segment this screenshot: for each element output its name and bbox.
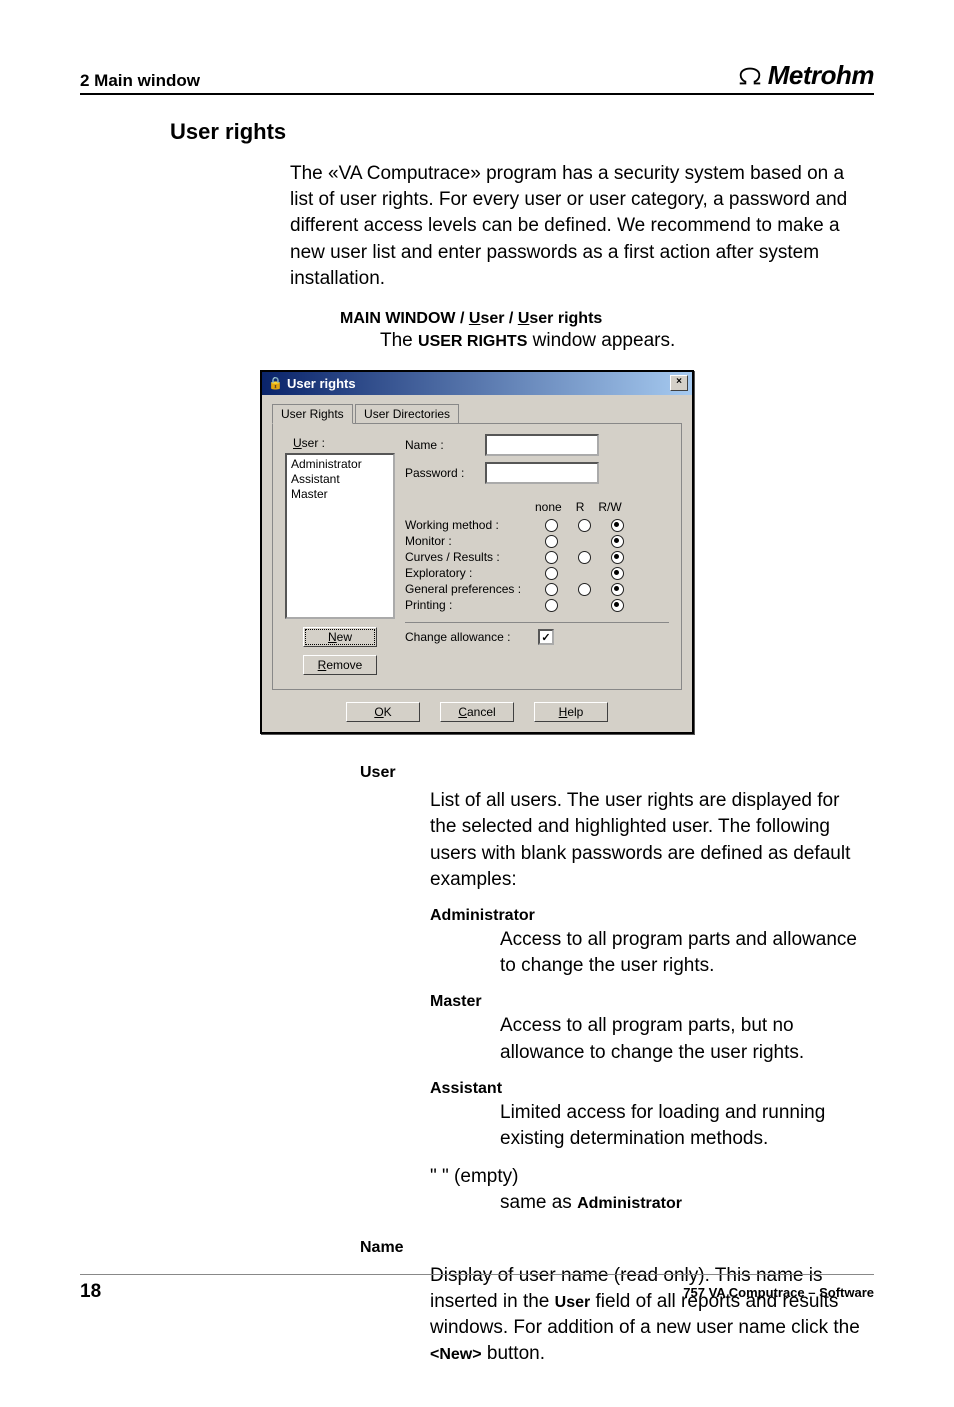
- lock-icon: 🔒: [268, 376, 283, 390]
- term-empty: " " (empty): [430, 1166, 874, 1188]
- tab-user-directories[interactable]: User Directories: [355, 404, 459, 423]
- term-empty-body: same as Administrator: [500, 1190, 864, 1216]
- perm-label: Monitor :: [405, 534, 535, 548]
- close-icon[interactable]: ×: [670, 375, 688, 391]
- perm-label: Printing :: [405, 598, 535, 612]
- list-item[interactable]: Master: [291, 487, 389, 502]
- user-list-label: User :: [293, 436, 395, 450]
- change-allowance-label: Change allowance :: [405, 630, 535, 644]
- chapter-label: 2 Main window: [80, 71, 200, 91]
- term-assistant: Assistant: [430, 1080, 874, 1098]
- term-assistant-body: Limited access for loading and running e…: [500, 1100, 864, 1152]
- change-allowance-checkbox[interactable]: ✓: [538, 629, 554, 645]
- intro-paragraph: The «VA Computrace» program has a securi…: [290, 161, 864, 292]
- dialog-title: User rights: [287, 376, 356, 391]
- footer-text: 757 VA Computrace – Software: [683, 1285, 874, 1300]
- perm-label: Curves / Results :: [405, 550, 535, 564]
- perm-radio[interactable]: [611, 551, 624, 564]
- perm-label: Working method :: [405, 518, 535, 532]
- term-administrator: Administrator: [430, 907, 874, 925]
- password-label: Password :: [405, 466, 485, 480]
- new-button[interactable]: New: [303, 627, 377, 647]
- perm-radio[interactable]: [611, 535, 624, 548]
- perm-radio[interactable]: [545, 599, 558, 612]
- list-item[interactable]: Administrator: [291, 457, 389, 472]
- perm-label: Exploratory :: [405, 566, 535, 580]
- ok-button[interactable]: OK: [346, 702, 420, 722]
- perm-row: General preferences :: [405, 582, 669, 596]
- perm-radio[interactable]: [611, 519, 624, 532]
- perm-radio[interactable]: [611, 567, 624, 580]
- perm-radio[interactable]: [611, 599, 624, 612]
- perm-label: General preferences :: [405, 582, 535, 596]
- perm-radio[interactable]: [545, 519, 558, 532]
- brand-logo: Metrohm: [736, 60, 874, 91]
- perm-radio[interactable]: [545, 567, 558, 580]
- help-button[interactable]: Help: [534, 702, 608, 722]
- perm-row: Curves / Results :: [405, 550, 669, 564]
- menu-path: MAIN WINDOW / User / User rights: [340, 310, 874, 328]
- perm-row: Exploratory :: [405, 566, 669, 580]
- perm-radio[interactable]: [578, 519, 591, 532]
- name-label: Name :: [405, 438, 485, 452]
- perm-row: Printing :: [405, 598, 669, 612]
- page-header: 2 Main window Metrohm: [80, 60, 874, 95]
- perm-radio[interactable]: [545, 583, 558, 596]
- perm-radio[interactable]: [578, 551, 591, 564]
- cancel-button[interactable]: Cancel: [440, 702, 514, 722]
- perm-radio[interactable]: [545, 551, 558, 564]
- page-number: 18: [80, 1281, 101, 1303]
- term-master-body: Access to all program parts, but no allo…: [500, 1013, 864, 1065]
- tab-user-rights[interactable]: User Rights: [272, 404, 353, 424]
- perm-radio[interactable]: [611, 583, 624, 596]
- name-field[interactable]: [485, 434, 599, 456]
- term-name: Name: [360, 1239, 874, 1257]
- user-listbox[interactable]: Administrator Assistant Master: [285, 453, 395, 619]
- password-field[interactable]: [485, 462, 599, 484]
- caption: The USER RIGHTS window appears.: [380, 330, 874, 352]
- perm-row: Monitor :: [405, 534, 669, 548]
- remove-button[interactable]: Remove: [303, 655, 377, 675]
- page-footer: 18 757 VA Computrace – Software: [80, 1274, 874, 1303]
- term-administrator-body: Access to all program parts and allowanc…: [500, 927, 864, 979]
- term-user-body: List of all users. The user rights are d…: [430, 788, 864, 893]
- list-item[interactable]: Assistant: [291, 472, 389, 487]
- term-user: User: [360, 764, 874, 782]
- perm-headers: none R R/W: [535, 500, 669, 514]
- perm-radio[interactable]: [545, 535, 558, 548]
- tabs: User Rights User Directories: [272, 403, 682, 423]
- term-master: Master: [430, 993, 874, 1011]
- dialog-titlebar[interactable]: 🔒 User rights ×: [262, 372, 692, 395]
- user-rights-dialog: 🔒 User rights × User Rights User Directo…: [260, 370, 694, 734]
- omega-icon: [736, 66, 764, 86]
- perm-row: Working method :: [405, 518, 669, 532]
- section-title: User rights: [170, 119, 874, 145]
- perm-radio[interactable]: [578, 583, 591, 596]
